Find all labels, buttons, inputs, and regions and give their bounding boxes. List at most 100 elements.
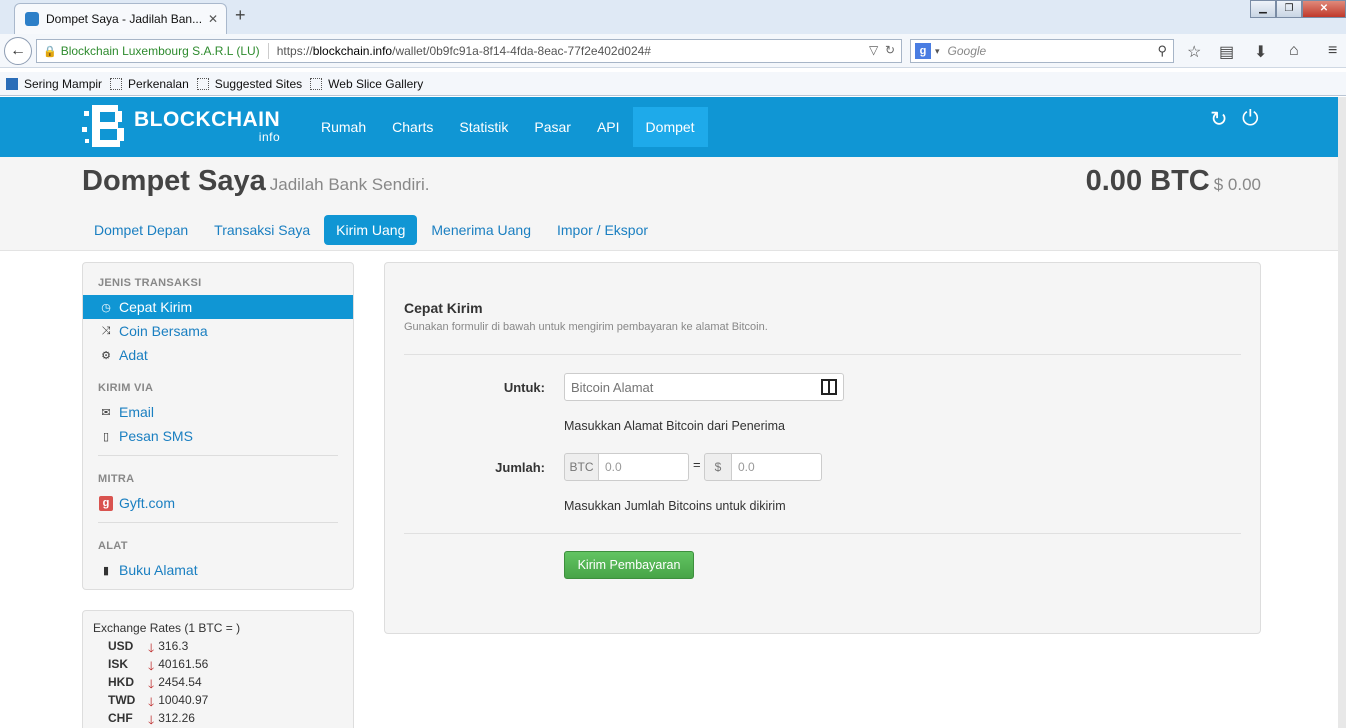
clock-icon: ◷ — [101, 301, 111, 314]
home-icon[interactable]: ⌂ — [1289, 42, 1299, 60]
balance-btc[interactable]: 0.00 BTC — [1086, 165, 1210, 197]
blockchain-logo[interactable]: BLOCKCHAIN info — [82, 101, 280, 151]
btc-addon: BTC — [564, 453, 599, 481]
tab-kirim-uang[interactable]: Kirim Uang — [324, 215, 418, 245]
qr-code-icon[interactable] — [821, 379, 837, 395]
nav-api[interactable]: API — [584, 107, 633, 147]
rate-row: CHF 🡓 312.26 — [108, 711, 195, 728]
blockchain-favicon-icon — [25, 12, 39, 26]
download-icon[interactable]: ⬇ — [1254, 42, 1267, 62]
bookmarks-list-icon[interactable]: ▤ — [1219, 42, 1234, 62]
sidebar-item-coin-bersama[interactable]: ⤨ Coin Bersama — [83, 319, 353, 343]
book-icon: ▮ — [102, 564, 110, 577]
to-label: Untuk: — [503, 380, 545, 395]
exchange-rates: Exchange Rates (1 BTC = ) USD 🡓 316.3 ISK 🡓… — [82, 610, 354, 728]
shuffle-icon: ⤨ — [101, 324, 111, 337]
search-icon[interactable]: ⚲ — [1157, 43, 1167, 59]
browser-titlebar: Dompet Saya - Jadilah Ban... ✕ + ▁ ❐ ✕ — [0, 0, 1346, 34]
bookmark-item[interactable]: Perkenalan — [110, 77, 189, 91]
amount-help: Masukkan Jumlah Bitcoins untuk dikirim — [564, 499, 786, 513]
form-subtitle: Gunakan formulir di bawah untuk mengirim… — [404, 321, 768, 333]
url-prefix: https:// — [276, 44, 313, 58]
dropdown-icon[interactable]: ▾ — [935, 46, 940, 57]
sidebar-heading: ALAT — [98, 540, 128, 552]
gyft-icon: g — [99, 495, 113, 511]
bookmark-page-icon — [196, 77, 209, 90]
balance-usd[interactable]: $ 0.00 — [1214, 175, 1261, 194]
tab-impor-ekspor[interactable]: Impor / Ekspor — [545, 215, 660, 245]
url-bar[interactable]: 🔒 Blockchain Luxembourg S.A.R.L (LU) htt… — [36, 39, 902, 63]
gear-icon: ⚙ — [101, 349, 111, 362]
sidebar-item-email[interactable]: ✉ Email — [83, 400, 353, 424]
logo-sub: info — [258, 130, 281, 144]
nav-statistik[interactable]: Statistik — [446, 107, 521, 147]
sidebar-item-gyft[interactable]: g Gyft.com — [83, 491, 353, 515]
window-close-icon[interactable]: ✕ — [1302, 0, 1346, 18]
bookmark-item[interactable]: Suggested Sites — [196, 77, 302, 91]
form-title: Cepat Kirim — [404, 300, 483, 316]
nav-charts[interactable]: Charts — [379, 107, 446, 147]
usd-amount-input[interactable]: 0.0 — [732, 453, 822, 481]
btc-amount-input[interactable]: 0.0 — [599, 453, 689, 481]
sidebar-heading: KIRIM VIA — [98, 382, 154, 394]
search-placeholder: Google — [947, 44, 987, 58]
page-title: Dompet Saya — [82, 165, 266, 197]
send-form-panel: Cepat Kirim Gunakan formulir di bawah un… — [384, 262, 1261, 634]
arrow-down-icon: 🡓 — [148, 713, 155, 727]
main-nav: Rumah Charts Statistik Pasar API Dompet — [308, 107, 708, 147]
restore-icon[interactable]: ❐ — [1276, 0, 1302, 18]
nav-dompet[interactable]: Dompet — [632, 107, 708, 147]
tab-dompet-depan[interactable]: Dompet Depan — [82, 215, 200, 245]
usd-addon: $ — [704, 453, 732, 481]
site-header: BLOCKCHAIN info Rumah Charts Statistik P… — [0, 97, 1346, 157]
bookmark-item[interactable]: Web Slice Gallery — [310, 77, 423, 91]
nav-rumah[interactable]: Rumah — [308, 107, 379, 147]
new-tab-icon[interactable]: + — [235, 5, 246, 26]
tab-transaksi-saya[interactable]: Transaksi Saya — [202, 215, 322, 245]
envelope-icon: ✉ — [101, 406, 111, 419]
equals-sign: = — [693, 457, 701, 472]
refresh-icon[interactable]: ↻ — [1210, 107, 1228, 132]
sidebar-item-buku-alamat[interactable]: ▮ Buku Alamat — [83, 558, 353, 582]
send-payment-button[interactable]: Kirim Pembayaran — [564, 551, 694, 579]
rates-title: Exchange Rates (1 BTC = ) — [93, 621, 241, 635]
browser-tab[interactable]: Dompet Saya - Jadilah Ban... ✕ — [14, 3, 227, 34]
bitcoin-address-input[interactable] — [564, 373, 844, 401]
nav-pasar[interactable]: Pasar — [521, 107, 584, 147]
google-icon[interactable]: g — [915, 43, 931, 59]
sidebar-heading: MITRA — [98, 473, 135, 485]
site-identity[interactable]: Blockchain Luxembourg S.A.R.L (LU) — [61, 44, 260, 58]
page-subheader: Dompet Saya Jadilah Bank Sendiri. 0.00 BT… — [0, 157, 1346, 251]
amount-label: Jumlah: — [495, 460, 545, 475]
bookmark-page-icon — [110, 77, 123, 90]
logo-text: BLOCKCHAIN — [134, 108, 281, 131]
bookmark-item[interactable]: Sering Mampir — [6, 77, 102, 91]
power-icon[interactable]: ⏻ — [1242, 107, 1259, 131]
page-scrollbar[interactable] — [1338, 97, 1346, 728]
to-help: Masukkan Alamat Bitcoin dari Penerima — [564, 419, 785, 433]
sidebar-item-adat[interactable]: ⚙ Adat — [83, 343, 353, 367]
bookmark-page-icon — [310, 77, 323, 90]
tab-menerima-uang[interactable]: Menerima Uang — [419, 215, 543, 245]
reload-icon[interactable]: ▽ ↻ — [869, 43, 895, 57]
url-host: blockchain.info — [312, 44, 393, 58]
sidebar-item-pesan-sms[interactable]: ▯ Pesan SMS — [83, 424, 353, 448]
browser-navbar: ← 🔒 Blockchain Luxembourg S.A.R.L (LU) h… — [0, 34, 1346, 68]
page-subtitle: Jadilah Bank Sendiri. — [269, 175, 430, 194]
lock-icon: 🔒 — [43, 45, 57, 58]
menu-icon[interactable]: ≡ — [1328, 42, 1337, 60]
star-icon[interactable]: ☆ — [1187, 42, 1201, 62]
sidebar-item-cepat-kirim[interactable]: ◷ Cepat Kirim — [83, 295, 353, 319]
search-input[interactable]: g ▾ Google ⚲ — [910, 39, 1174, 63]
phone-icon: ▯ — [102, 430, 110, 443]
url-path: /wallet/0b9fc91a-8f14-4fda-8eac-77f2e402… — [392, 44, 651, 58]
blockchain-logo-icon — [82, 101, 126, 151]
back-arrow-icon[interactable]: ← — [4, 37, 32, 65]
close-tab-icon[interactable]: ✕ — [208, 12, 218, 26]
bookmarks-bar: Sering Mampir Perkenalan Suggested Sites… — [0, 72, 1346, 96]
wallet-tabs: Dompet Depan Transaksi Saya Kirim Uang M… — [82, 215, 662, 245]
sidebar-heading: JENIS TRANSAKSI — [98, 277, 202, 289]
tab-title: Dompet Saya - Jadilah Ban... — [46, 12, 201, 26]
minimize-icon[interactable]: ▁ — [1250, 0, 1276, 18]
bookmark-folder-icon — [6, 77, 18, 90]
